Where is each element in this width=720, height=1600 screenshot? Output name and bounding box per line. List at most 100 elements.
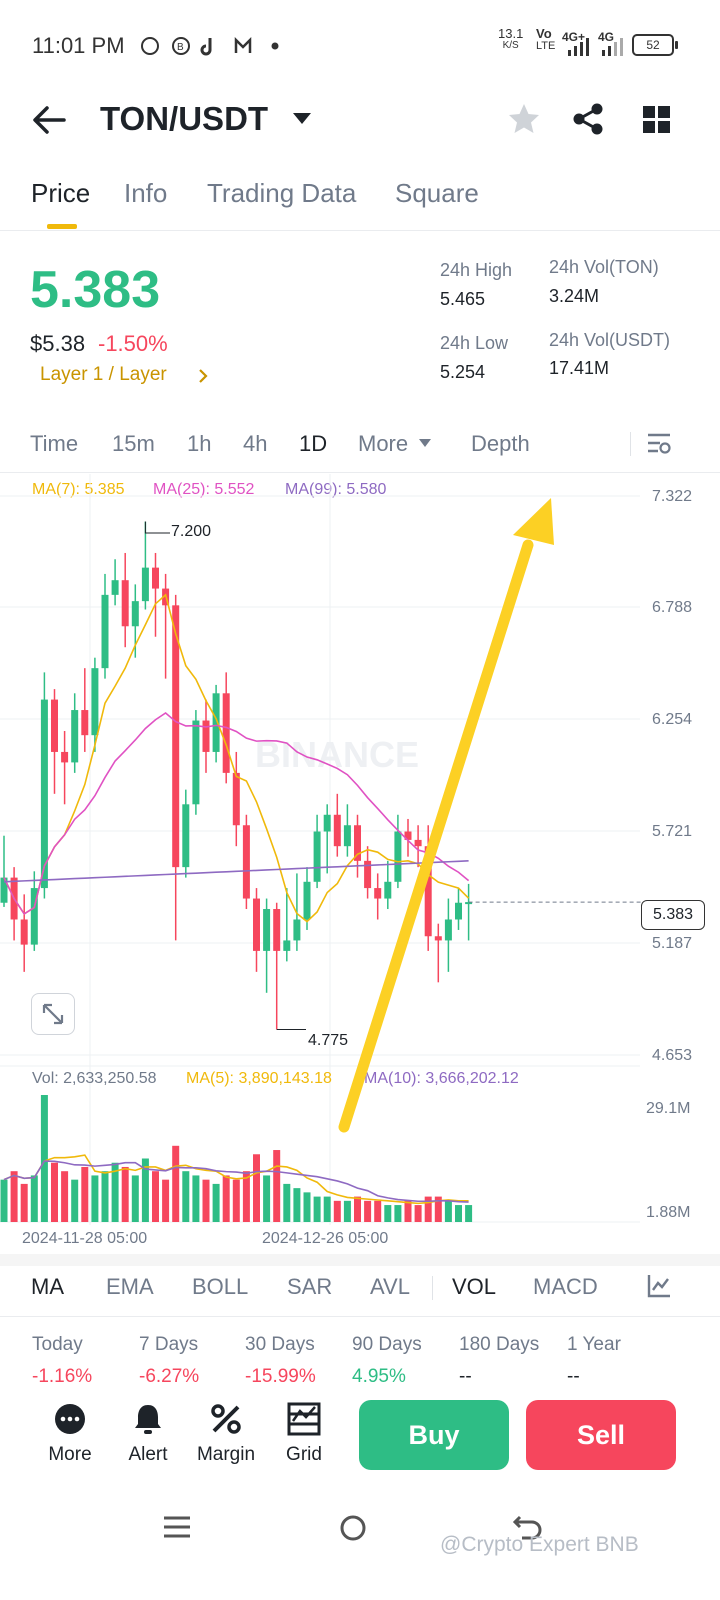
perf-value-30d: -15.99% [245, 1366, 316, 1382]
volume-bar [20, 1183, 28, 1222]
perf-label-180d: 180 Days [459, 1334, 540, 1355]
volume-bar [374, 1200, 382, 1222]
perf-value-7d: -6.27% [139, 1366, 200, 1382]
volume-bar [0, 1179, 8, 1222]
axis-price-5: 5.187 [652, 935, 693, 952]
indicator-ema[interactable]: EMA [106, 1274, 154, 1300]
indicator-sar[interactable]: SAR [287, 1274, 332, 1300]
more-button[interactable]: More [30, 1402, 110, 1478]
interval-4h[interactable]: 4h [243, 431, 267, 457]
volume-bar [152, 1171, 159, 1222]
home-icon[interactable] [338, 1513, 368, 1543]
indicator-macd[interactable]: MACD [533, 1274, 598, 1300]
volume-bar [101, 1171, 109, 1222]
grid-icon[interactable] [642, 105, 672, 135]
perf-label-90d: 90 Days [352, 1334, 422, 1355]
candle-body [81, 710, 89, 736]
category-link[interactable]: Layer 1 / Layer [40, 364, 167, 386]
status-time: 11:01 PM [32, 33, 125, 58]
signal-icon-2 [602, 38, 623, 56]
interval-1h[interactable]: 1h [187, 431, 211, 457]
indicator-avl[interactable]: AVL [370, 1274, 410, 1300]
share-icon[interactable] [571, 102, 605, 136]
low-value: 5.254 [440, 362, 486, 382]
candle-body [152, 567, 159, 589]
interval-1d[interactable]: 1D [299, 431, 327, 457]
back-arrow-icon[interactable] [32, 105, 66, 135]
candle-body [212, 693, 220, 752]
interval-depth[interactable]: Depth [471, 431, 530, 457]
interval-15m[interactable]: 15m [112, 431, 155, 457]
volume-bar [192, 1175, 200, 1222]
high-marker-line [144, 521, 170, 534]
volume-bar [40, 1095, 48, 1222]
tab-trading-data[interactable]: Trading Data [207, 178, 356, 209]
margin-button[interactable]: Margin [186, 1402, 266, 1478]
perf-label-1y: 1 Year [567, 1334, 621, 1355]
vol-ton-value: 3.24M [549, 286, 600, 306]
tab-price[interactable]: Price [31, 178, 90, 209]
interval-more[interactable]: More [358, 431, 408, 457]
volume-bar [455, 1205, 462, 1222]
dot-icon [271, 42, 279, 50]
volume-bar [313, 1196, 321, 1222]
volume-bar [10, 1171, 18, 1222]
volume-bar [71, 1179, 79, 1222]
volume-bar [232, 1179, 240, 1222]
indicator-vol[interactable]: VOL [452, 1274, 496, 1300]
alert-button[interactable]: Alert [108, 1402, 188, 1478]
star-icon[interactable] [507, 102, 541, 136]
buy-button[interactable]: Buy [359, 1400, 509, 1470]
perf-label-today: Today [32, 1334, 83, 1355]
grid-bot-button[interactable]: Grid [264, 1402, 344, 1478]
volume-bar [465, 1205, 473, 1222]
battery-indicator: 52 [632, 34, 678, 56]
candle-body [283, 940, 291, 951]
indicator-divider [432, 1276, 433, 1300]
caret-down-icon[interactable] [292, 112, 312, 126]
section-gap [0, 1254, 720, 1266]
axis-price-6: 4.653 [652, 1047, 693, 1064]
recent-apps-icon[interactable] [162, 1512, 192, 1542]
interval-time[interactable]: Time [30, 431, 78, 457]
tab-info[interactable]: Info [124, 178, 167, 209]
volume-bar [333, 1200, 341, 1222]
candle-body [192, 720, 200, 805]
indicator-settings-icon[interactable] [646, 1273, 672, 1299]
alert-label: Alert [128, 1444, 168, 1465]
chevron-right-icon[interactable] [197, 368, 209, 384]
sell-button[interactable]: Sell [526, 1400, 676, 1470]
volume-bar [323, 1196, 331, 1222]
volume-bar [212, 1183, 220, 1222]
axis-price-1: 7.322 [652, 488, 693, 505]
expand-chart-button[interactable] [31, 993, 75, 1035]
chart-settings-icon[interactable] [646, 431, 672, 457]
grid-bot-icon [287, 1402, 321, 1436]
indicator-boll[interactable]: BOLL [192, 1274, 248, 1300]
candle-body [313, 831, 321, 882]
perf-value-180d: -- [459, 1366, 472, 1382]
indicator-divider-line [0, 1316, 720, 1317]
volume-bar [414, 1205, 422, 1222]
candle-body [172, 605, 180, 868]
vol-axis-bottom: 1.88M [646, 1204, 691, 1221]
vol-usdt-value: 17.41M [549, 358, 610, 378]
more-dots-icon [55, 1404, 85, 1434]
vol-usdt-label: 24h Vol(USDT) [549, 330, 671, 350]
candle-body [91, 668, 99, 736]
perf-value-1y: -- [567, 1366, 580, 1382]
more-caret-icon[interactable] [418, 438, 432, 448]
volume-bar [182, 1171, 190, 1222]
volume-bar [222, 1175, 230, 1222]
volume-bar [81, 1166, 89, 1222]
vol-ma5-legend: MA(5): 3,890,143.18 [186, 1070, 332, 1087]
candle-body [222, 693, 230, 773]
indicator-ma[interactable]: MA [31, 1274, 64, 1300]
bell-icon [135, 1405, 161, 1434]
candle-body [121, 580, 129, 627]
volume-bar [263, 1175, 271, 1222]
axis-price-3: 6.254 [652, 711, 693, 728]
tab-square[interactable]: Square [395, 178, 479, 209]
pair-title[interactable]: TON/USDT [100, 100, 268, 138]
last-price: 5.383 [30, 261, 161, 319]
